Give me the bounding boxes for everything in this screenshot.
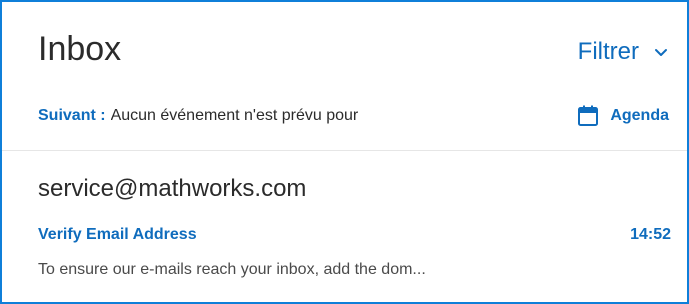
calendar-icon — [578, 105, 599, 126]
filter-button[interactable]: Filtrer — [578, 40, 669, 64]
next-event-bar: Suivant : Aucun événement n'est prévu po… — [38, 104, 669, 128]
page-title: Inbox — [38, 30, 122, 68]
filter-label: Filtrer — [577, 38, 639, 65]
message-preview: To ensure our e-mails reach your inbox, … — [38, 261, 426, 278]
next-event-label: Suivant : — [38, 107, 106, 124]
inbox-header: Inbox Filtrer Suivant : Aucun événement … — [2, 2, 687, 151]
message-subject: Verify Email Address — [38, 226, 197, 243]
message-subject-row: Verify Email Address 14:52 — [38, 226, 671, 244]
message-sender: service@mathworks.com — [38, 175, 307, 202]
chevron-down-icon — [655, 49, 667, 56]
mail-pane: Inbox Filtrer Suivant : Aucun événement … — [0, 0, 689, 304]
agenda-label: Agenda — [610, 107, 669, 124]
message-list-item[interactable]: service@mathworks.com Verify Email Addre… — [2, 151, 687, 302]
next-event-text: Aucun événement n'est prévu pour — [110, 107, 359, 124]
message-time: 14:52 — [630, 226, 671, 243]
agenda-button[interactable]: Agenda — [576, 104, 669, 128]
